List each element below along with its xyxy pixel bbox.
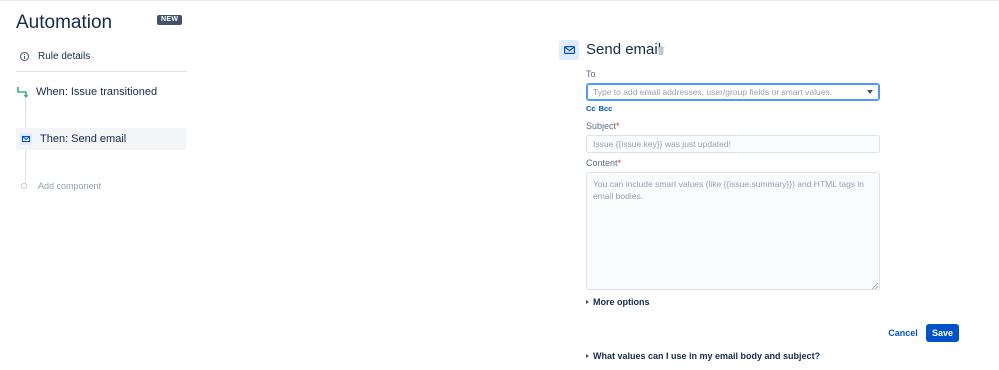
to-field[interactable]: Type to add email addresses, user/group … bbox=[586, 83, 880, 101]
chevron-down-icon[interactable] bbox=[867, 90, 873, 94]
mail-icon bbox=[20, 133, 32, 145]
subject-field[interactable] bbox=[586, 135, 880, 153]
subject-label-text: Subject bbox=[586, 121, 617, 131]
mail-icon bbox=[559, 40, 579, 60]
cancel-button[interactable]: Cancel bbox=[884, 324, 922, 342]
step-when-issue-transitioned[interactable]: When: Issue transitioned bbox=[16, 84, 157, 100]
panel-title: Send email bbox=[586, 41, 662, 58]
rule-details-item[interactable]: Rule details bbox=[20, 49, 90, 63]
to-placeholder: Type to add email addresses, user/group … bbox=[593, 87, 833, 97]
content-field[interactable] bbox=[586, 172, 880, 290]
add-component-dot-icon bbox=[21, 183, 27, 189]
step-when-label: When: Issue transitioned bbox=[36, 86, 158, 98]
new-badge: NEW bbox=[157, 15, 183, 25]
trash-icon[interactable] bbox=[657, 46, 665, 55]
content-label: Content* bbox=[586, 158, 621, 168]
subject-label: Subject* bbox=[586, 121, 620, 131]
step-then-send-email[interactable]: Then: Send email bbox=[16, 128, 186, 150]
bcc-link[interactable]: Bcc bbox=[599, 104, 613, 113]
app-title: Automation bbox=[16, 12, 113, 33]
cc-link[interactable]: Cc bbox=[586, 104, 596, 113]
content-label-text: Content bbox=[586, 158, 618, 168]
rule-details-label: Rule details bbox=[38, 50, 91, 62]
info-icon bbox=[20, 51, 29, 61]
step-then-label: Then: Send email bbox=[40, 133, 127, 145]
more-options-toggle[interactable]: More options bbox=[586, 297, 650, 307]
add-component-button[interactable]: Add component bbox=[21, 180, 101, 192]
chevron-right-icon bbox=[586, 354, 589, 358]
add-component-label: Add component bbox=[38, 181, 102, 191]
help-values-toggle[interactable]: What values can I use in my email body a… bbox=[586, 351, 820, 361]
top-border bbox=[0, 0, 999, 1]
chevron-right-icon bbox=[586, 300, 589, 304]
sidebar-divider bbox=[16, 71, 187, 72]
required-asterisk: * bbox=[617, 158, 622, 168]
more-options-label: More options bbox=[593, 297, 650, 307]
help-values-label: What values can I use in my email body a… bbox=[593, 351, 821, 361]
cc-bcc-links: Cc Bcc bbox=[586, 104, 612, 113]
to-label: To bbox=[586, 69, 596, 79]
resize-grip-icon[interactable] bbox=[872, 283, 878, 289]
transition-icon bbox=[16, 86, 28, 98]
required-asterisk: * bbox=[616, 121, 620, 131]
save-button[interactable]: Save bbox=[926, 324, 959, 342]
